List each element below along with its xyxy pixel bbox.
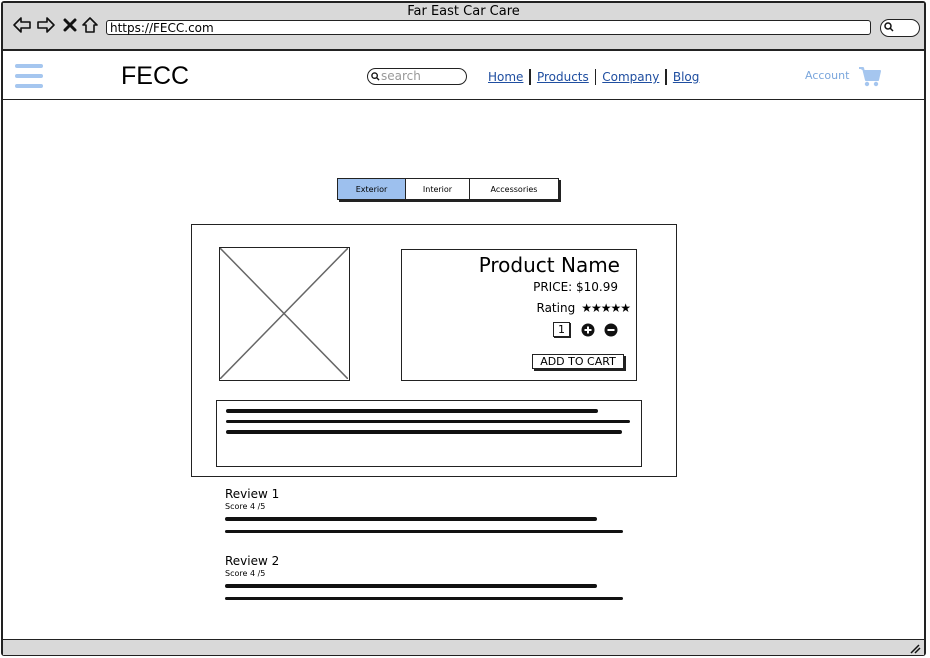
nav-divider — [529, 69, 531, 85]
review-item: Review 1 Score 4 /5 — [225, 487, 635, 533]
url-bar[interactable]: https://FECC.com — [106, 20, 871, 35]
search-icon — [884, 22, 894, 32]
image-placeholder-icon — [219, 247, 349, 380]
placeholder-text-line — [226, 430, 622, 434]
browser-titlebar: Far East Car Care https://FECC.com — [3, 3, 924, 51]
product-description — [216, 400, 642, 467]
review-score: Score 4 /5 — [225, 502, 266, 511]
site-logo[interactable]: FECC — [121, 62, 189, 91]
rating-stars-icon: ★★★★★ — [581, 301, 631, 315]
tab-accessories[interactable]: Accessories — [470, 179, 558, 199]
placeholder-text-line — [226, 409, 598, 413]
rating-label: Rating — [536, 301, 576, 315]
product-info-panel: Product Name PRICE: $10.99 Rating ★★★★★ … — [401, 249, 637, 381]
site-header: FECC Home Products Company Blog Account — [3, 51, 924, 100]
review-title: Review 1 — [225, 487, 280, 501]
product-image-placeholder — [219, 247, 350, 381]
add-to-cart-button[interactable]: ADD TO CART — [532, 354, 624, 369]
product-card: Product Name PRICE: $10.99 Rating ★★★★★ … — [191, 224, 677, 477]
quantity-field[interactable]: 1 — [553, 322, 570, 337]
product-name: Product Name — [478, 253, 620, 277]
resize-handle-icon[interactable] — [909, 644, 921, 654]
browser-status-bar — [3, 639, 924, 655]
minus-icon[interactable] — [604, 323, 618, 337]
tab-interior[interactable]: Interior — [406, 179, 470, 199]
nav-blog-link[interactable]: Blog — [673, 70, 700, 84]
placeholder-text-line — [226, 419, 630, 423]
placeholder-text-line — [225, 584, 597, 588]
site-search[interactable] — [367, 68, 467, 85]
placeholder-text-line — [225, 596, 623, 600]
main-nav: Home Products Company Blog — [488, 69, 699, 85]
category-tabs: Exterior Interior Accessories — [337, 178, 559, 200]
product-price: PRICE: $10.99 — [533, 280, 618, 294]
nav-company-link[interactable]: Company — [602, 70, 659, 84]
search-input[interactable] — [381, 69, 461, 83]
home-icon[interactable] — [80, 15, 100, 35]
browser-search-box[interactable] — [880, 19, 920, 37]
nav-divider — [594, 69, 597, 85]
placeholder-text-line — [225, 517, 597, 521]
tab-exterior[interactable]: Exterior — [338, 179, 406, 199]
review-title: Review 2 — [225, 554, 280, 568]
browser-window: Far East Car Care https://FECC.com FECC — [1, 1, 926, 656]
close-icon[interactable] — [60, 15, 80, 35]
window-title: Far East Car Care — [407, 4, 520, 19]
account-link[interactable]: Account — [805, 69, 849, 82]
shopping-cart-icon[interactable] — [858, 66, 882, 88]
search-icon — [371, 72, 380, 81]
nav-products-link[interactable]: Products — [537, 70, 589, 84]
back-arrow-icon[interactable] — [12, 15, 32, 35]
hamburger-menu-icon[interactable] — [15, 64, 43, 88]
product-rating: Rating ★★★★★ — [537, 301, 631, 315]
review-score: Score 4 /5 — [225, 569, 266, 578]
review-item: Review 2 Score 4 /5 — [225, 554, 635, 600]
nav-home-link[interactable]: Home — [488, 70, 523, 84]
nav-divider — [665, 69, 667, 85]
forward-arrow-icon[interactable] — [36, 15, 56, 35]
placeholder-text-line — [225, 529, 623, 533]
plus-icon[interactable] — [581, 323, 595, 337]
